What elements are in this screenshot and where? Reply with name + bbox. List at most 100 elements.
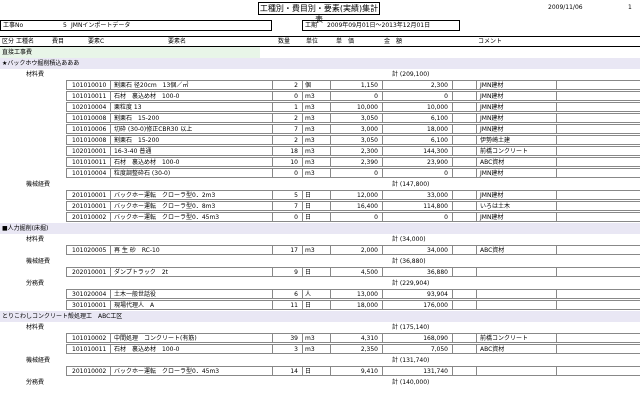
column-divider (382, 80, 383, 90)
column-divider (556, 91, 557, 101)
item-qty: 18 (290, 148, 298, 155)
column-divider (110, 146, 111, 156)
column-divider (110, 113, 111, 123)
item-price: 0 (374, 93, 378, 100)
item-qty: 39 (290, 335, 298, 342)
column-divider (302, 124, 303, 134)
column-divider (476, 124, 477, 134)
column-divider (476, 157, 477, 167)
item-amount: 34,000 (427, 247, 448, 254)
column-divider (272, 344, 273, 354)
column-divider (382, 157, 383, 167)
koshu-label: ★バックホウ掘削積込あああ (2, 60, 80, 67)
item-row: 101010006 切砕 (30-0)修正CBR30 以上 7 m3 3,000 18,0… (0, 124, 640, 135)
period-value: 2009年09月01日～2013年12月01日 (327, 22, 431, 29)
column-divider (272, 80, 273, 90)
column-divider (272, 245, 273, 255)
column-divider (110, 190, 111, 200)
item-amount: 0 (444, 214, 448, 221)
item-qty: 7 (294, 126, 298, 133)
column-divider (330, 157, 331, 167)
column-divider (110, 289, 111, 299)
column-divider (556, 157, 557, 167)
item-amount: 33,000 (427, 192, 448, 199)
item-amount: 131,740 (423, 368, 448, 375)
item-row: 101010011 石材 裏込め材 100-0 10 m3 2,390 23,900 ABC… (0, 157, 640, 168)
item-row: 201010001 バックホー運転 クローラ型0．8m3 7 日 16,400 114,8… (0, 201, 640, 212)
item-price: 2,300 (360, 148, 378, 155)
item-price: 3,050 (360, 137, 378, 144)
column-divider (302, 157, 303, 167)
item-amount: 23,900 (427, 159, 448, 166)
column-divider (476, 333, 477, 343)
himoku-label: 材料費 (26, 236, 45, 243)
item-qty: 2 (294, 82, 298, 89)
column-divider (330, 80, 331, 90)
column-divider (476, 146, 477, 156)
column-divider (330, 102, 331, 112)
item-comment: ABC資材 (480, 159, 505, 166)
column-divider (476, 212, 477, 222)
column-divider (110, 245, 111, 255)
column-divider (110, 212, 111, 222)
item-code: 101010002 (72, 335, 107, 342)
column-divider (330, 135, 331, 145)
item-code: 101010008 (72, 115, 107, 122)
item-comment: JMN建材 (480, 214, 504, 221)
column-divider (556, 212, 557, 222)
column-divider (110, 102, 111, 112)
column-divider (330, 267, 331, 277)
item-unit: m3 (305, 148, 315, 155)
column-divider (382, 212, 383, 222)
item-name: 割栗石 径20cm 13個／㎡ (114, 82, 189, 89)
column-divider (272, 201, 273, 211)
item-code: 101010006 (72, 126, 107, 133)
item-unit: 個 (305, 82, 312, 89)
item-name: 土木一般世話役 (114, 291, 157, 298)
column-divider (110, 80, 111, 90)
column-divider (556, 190, 557, 200)
column-divider (272, 366, 273, 376)
column-divider (382, 102, 383, 112)
column-divider (272, 289, 273, 299)
column-header: 区分 工種名 費目 要素C 要素名 数量 単位 単 価 金 額 コメント (0, 36, 640, 47)
item-comment: ABC資材 (480, 346, 505, 353)
column-divider (556, 300, 557, 310)
column-divider (302, 366, 303, 376)
item-comment: JMN建材 (480, 126, 504, 133)
column-divider (272, 113, 273, 123)
project-label: 工事No (3, 22, 24, 29)
item-code: 101010010 (72, 82, 107, 89)
column-divider (110, 333, 111, 343)
item-amount: 144,300 (423, 148, 448, 155)
column-divider (382, 113, 383, 123)
column-divider (382, 344, 383, 354)
column-divider (110, 168, 111, 178)
column-divider (382, 300, 383, 310)
column-divider (302, 190, 303, 200)
column-divider (302, 80, 303, 90)
col-himoku: 費目 (52, 38, 65, 45)
column-divider (452, 267, 453, 277)
column-divider (476, 168, 477, 178)
column-divider (382, 146, 383, 156)
item-qty: 7 (294, 203, 298, 210)
column-divider (382, 168, 383, 178)
himoku-row: 材料費 計 (175,140) (0, 322, 640, 333)
column-divider (110, 267, 111, 277)
item-qty: 2 (294, 137, 298, 144)
koshu-label: ■人力掘削(床掘) (2, 225, 49, 232)
column-divider (272, 212, 273, 222)
item-row: 202010001 ダンプトラック 2t 9 日 4,500 36,880 (0, 267, 640, 278)
column-divider (302, 344, 303, 354)
item-code: 201010002 (72, 368, 107, 375)
item-unit: 日 (305, 269, 312, 276)
column-divider (452, 135, 453, 145)
item-row: 201010001 バックホー運転 クローラ型0．2m3 5 日 12,000 33,00… (0, 190, 640, 201)
column-divider (556, 289, 557, 299)
col-kubun: 区分 (2, 38, 15, 45)
himoku-total: 計 (34,000) (392, 236, 426, 243)
project-box: 工事No 5 JMNインポートデータ (0, 20, 272, 31)
himoku-total: 計 (131,740) (392, 357, 430, 364)
item-unit: m3 (305, 159, 315, 166)
